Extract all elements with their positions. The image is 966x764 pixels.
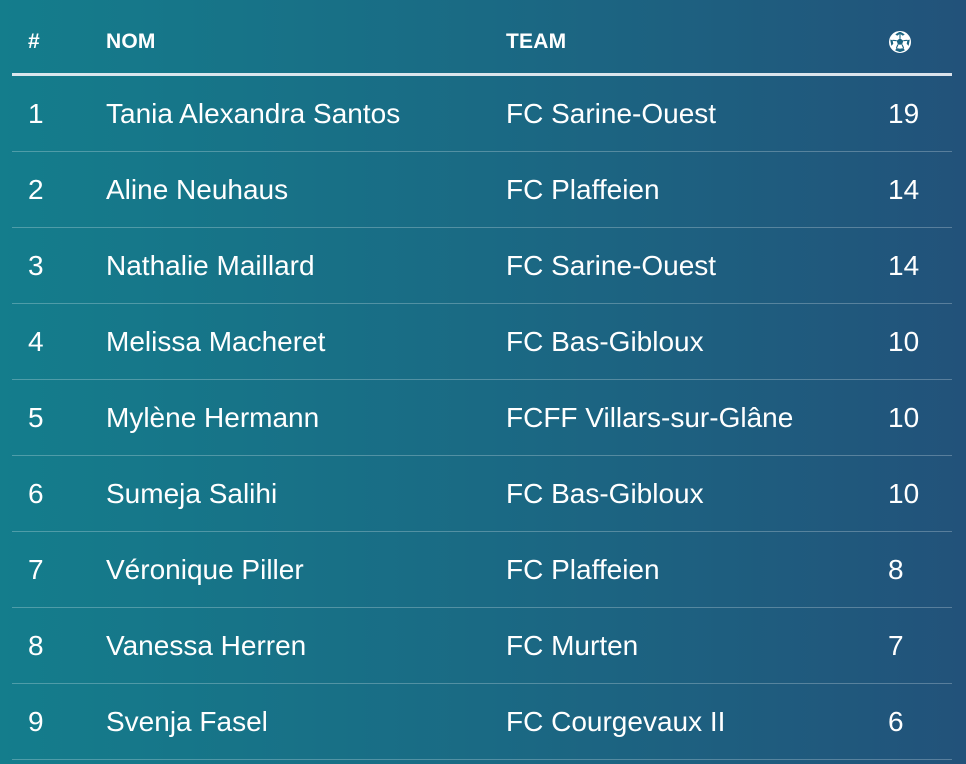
row-goals: 8 <box>888 554 904 585</box>
row-team-name: FC Plaffeien <box>506 174 660 205</box>
row-rank: 1 <box>28 98 44 129</box>
row-rank: 6 <box>28 478 44 509</box>
row-rank: 8 <box>28 630 44 661</box>
row-team-name: FC Bas-Gibloux <box>506 326 704 357</box>
row-team-name: FC Sarine-Ouest <box>506 250 717 281</box>
row-goals: 14 <box>888 250 920 281</box>
header-goals[interactable] <box>888 30 912 54</box>
table-header: # NOM TEAM <box>12 0 952 76</box>
row-rank: 7 <box>28 554 44 585</box>
row-player-name: Aline Neuhaus <box>106 174 289 205</box>
row-player-name: Melissa Macheret <box>106 326 326 357</box>
row-player-name: Nathalie Maillard <box>106 250 315 281</box>
row-team-name: FC Bas-Gibloux <box>506 478 704 509</box>
row-player-name: Svenja Fasel <box>106 706 268 737</box>
row-player-name: Mylène Hermann <box>106 402 320 433</box>
row-goals: 19 <box>888 98 920 129</box>
scorers-table: # NOM TEAM 1 Tania Alexandra Santos FC S… <box>12 0 952 760</box>
row-rank: 5 <box>28 402 44 433</box>
row-player-name: Véronique Piller <box>106 554 304 585</box>
header-name[interactable]: NOM <box>106 30 156 54</box>
row-goals: 10 <box>888 478 920 509</box>
table-row[interactable]: 3 Nathalie Maillard FC Sarine-Ouest 14 <box>12 228 952 304</box>
row-goals: 7 <box>888 630 904 661</box>
table-row[interactable]: 6 Sumeja Salihi FC Bas-Gibloux 10 <box>12 456 952 532</box>
row-rank: 9 <box>28 706 44 737</box>
row-team-name: FC Courgevaux II <box>506 706 726 737</box>
row-team-name: FC Plaffeien <box>506 554 660 585</box>
table-row[interactable]: 8 Vanessa Herren FC Murten 7 <box>12 608 952 684</box>
row-team-name: FC Murten <box>506 630 639 661</box>
row-player-name: Sumeja Salihi <box>106 478 278 509</box>
table-row[interactable]: 2 Aline Neuhaus FC Plaffeien 14 <box>12 152 952 228</box>
row-team-name: FC Sarine-Ouest <box>506 98 717 129</box>
row-player-name: Tania Alexandra Santos <box>106 98 401 129</box>
table-row[interactable]: 5 Mylène Hermann FCFF Villars-sur-Glâne … <box>12 380 952 456</box>
header-rank[interactable]: # <box>28 30 40 54</box>
row-rank: 3 <box>28 250 44 281</box>
table-row[interactable]: 7 Véronique Piller FC Plaffeien 8 <box>12 532 952 608</box>
row-rank: 4 <box>28 326 44 357</box>
row-goals: 10 <box>888 402 920 433</box>
table-row[interactable]: 9 Svenja Fasel FC Courgevaux II 6 <box>12 684 952 760</box>
table-row[interactable]: 4 Melissa Macheret FC Bas-Gibloux 10 <box>12 304 952 380</box>
row-goals: 6 <box>888 706 904 737</box>
row-goals: 14 <box>888 174 920 205</box>
soccer-ball-icon <box>889 31 911 53</box>
header-team[interactable]: TEAM <box>506 30 566 54</box>
table-row[interactable]: 1 Tania Alexandra Santos FC Sarine-Ouest… <box>12 76 952 152</box>
row-player-name: Vanessa Herren <box>106 630 307 661</box>
row-rank: 2 <box>28 174 44 205</box>
row-goals: 10 <box>888 326 920 357</box>
row-team-name: FCFF Villars-sur-Glâne <box>506 402 794 433</box>
